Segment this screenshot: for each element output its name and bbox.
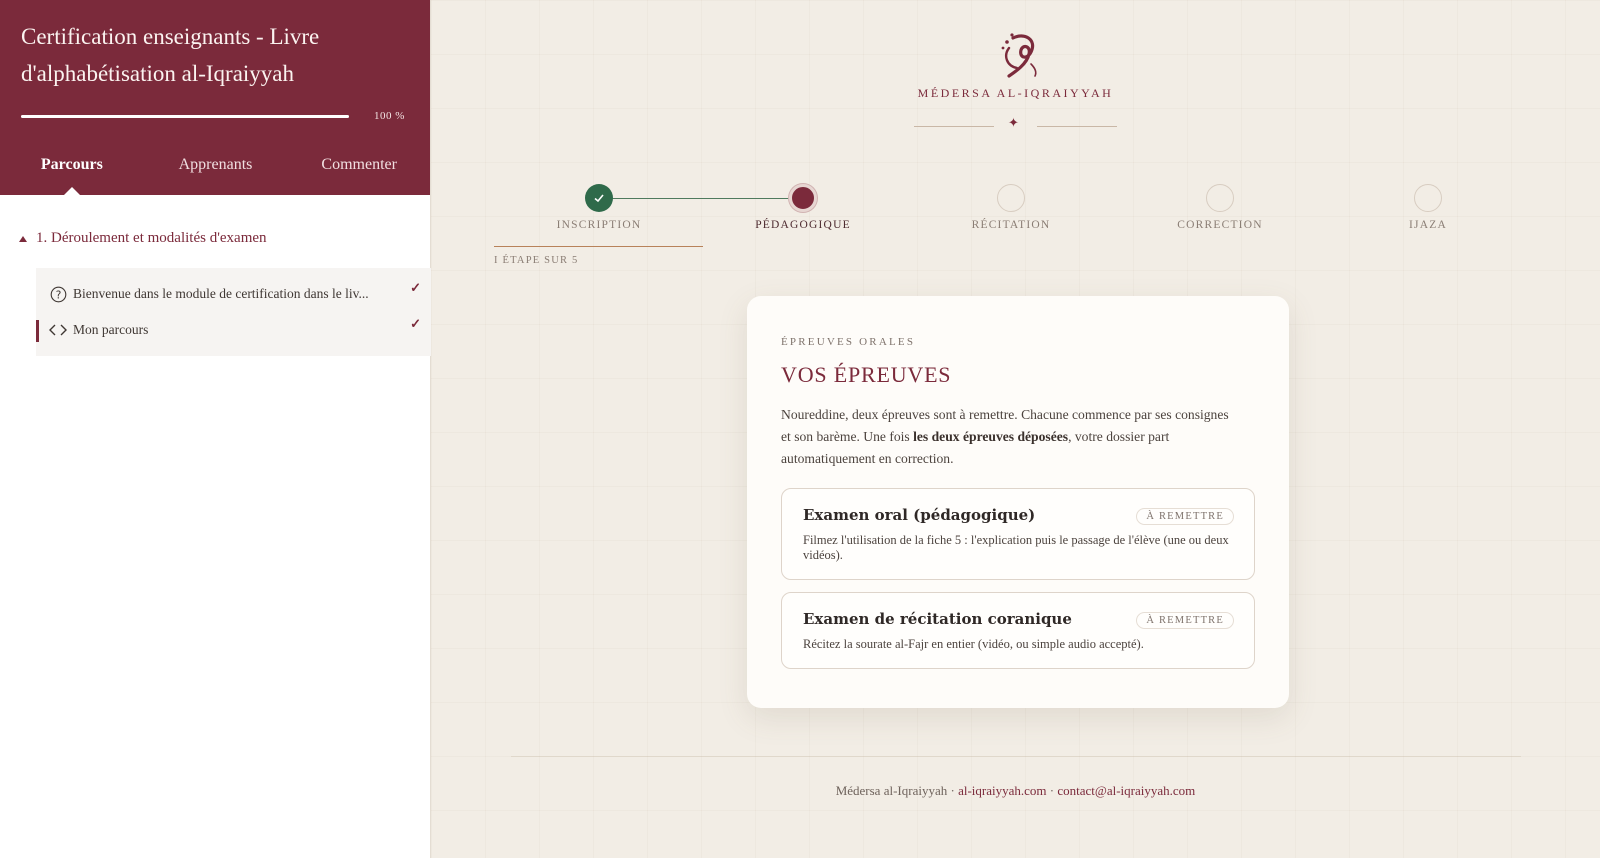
step-label-recitation: RÉCITATION: [971, 219, 1051, 231]
exams-card: ÉPREUVES ORALES VOS ÉPREUVES Noureddine,…: [747, 296, 1289, 708]
tab-commenter[interactable]: Commenter: [287, 143, 431, 195]
tab-apprenants[interactable]: Apprenants: [144, 143, 288, 195]
step-label-correction: CORRECTION: [1177, 219, 1263, 231]
footer-site-link[interactable]: al-iqraiyyah.com: [958, 783, 1046, 798]
footer-separator: ·: [947, 783, 959, 798]
card-eyebrow: ÉPREUVES ORALES: [781, 336, 916, 348]
exam-description: Récitez la sourate al-Fajr en entier (vi…: [803, 637, 1144, 651]
step-ijaza-todo: [1414, 184, 1442, 212]
course-progress-bar: [21, 115, 349, 118]
question-circle-icon: ?: [49, 285, 67, 303]
card-title: VOS ÉPREUVES: [781, 362, 952, 387]
exam-oral-pedagogique[interactable]: Examen oral (pédagogique) À REMETTRE Fil…: [781, 488, 1255, 580]
progress-stepper: INSCRIPTION PÉDAGOGIQUE RÉCITATION CORRE…: [431, 0, 1600, 270]
status-badge: À REMETTRE: [1136, 612, 1234, 629]
footer-separator: ·: [1046, 783, 1058, 798]
step-recitation-todo: [997, 184, 1025, 212]
course-progress-label: 100 %: [374, 110, 405, 122]
footer-email-link[interactable]: contact@al-iqraiyyah.com: [1057, 783, 1195, 798]
step-progress-underline: [494, 246, 703, 247]
check-icon: ✓: [410, 280, 421, 295]
step-inscription-done: [585, 184, 613, 212]
lesson-list: ? Bienvenue dans le module de certificat…: [36, 268, 431, 356]
footer-divider: [511, 756, 1521, 757]
lesson-label: Bienvenue dans le module de certificatio…: [73, 286, 369, 301]
status-badge: À REMETTRE: [1136, 508, 1234, 525]
step-label-ijaza: IJAZA: [1409, 219, 1447, 231]
exam-title: Examen de récitation coranique: [803, 610, 1072, 628]
course-sidebar: Certification enseignants - Livre d'alph…: [0, 0, 431, 858]
tab-parcours[interactable]: Parcours: [0, 143, 144, 195]
sidebar-tabs: Parcours Apprenants Commenter: [0, 143, 431, 195]
check-icon: [594, 194, 604, 203]
footer: Médersa al-Iqraiyyah · al-iqraiyyah.com …: [431, 783, 1600, 799]
sidebar-header: Certification enseignants - Livre d'alph…: [0, 0, 430, 195]
check-icon: ✓: [410, 316, 421, 331]
course-title: Certification enseignants - Livre d'alph…: [21, 24, 320, 86]
lesson-label: Mon parcours: [73, 322, 149, 337]
step-pedagogique-current: [789, 184, 817, 212]
card-description: Noureddine, deux épreuves sont à remettr…: [781, 404, 1241, 470]
course-progress-fill: [21, 115, 349, 118]
step-correction-todo: [1206, 184, 1234, 212]
exam-title: Examen oral (pédagogique): [803, 506, 1036, 524]
code-icon: [49, 321, 67, 339]
lesson-item-mon-parcours[interactable]: Mon parcours ✓: [36, 312, 431, 348]
step-count: I ÉTAPE SUR 5: [494, 255, 579, 266]
exam-description: Filmez l'utilisation de la fiche 5 : l'e…: [803, 533, 1229, 562]
exam-recitation-coranique[interactable]: Examen de récitation coranique À REMETTR…: [781, 592, 1255, 669]
lesson-item-welcome[interactable]: ? Bienvenue dans le module de certificat…: [36, 276, 431, 312]
section-title: 1. Déroulement et modalités d'examen: [36, 230, 267, 246]
footer-brand: Médersa al-Iqraiyyah: [835, 783, 948, 798]
section-toggle[interactable]: 1. Déroulement et modalités d'examen: [19, 230, 267, 247]
svg-text:?: ?: [55, 289, 61, 301]
main-content: MÉDERSA AL-IQRAIYYAH ✦ INSCRIPTION PÉDAG…: [431, 0, 1600, 858]
collapse-triangle-icon: [19, 235, 27, 242]
step-label-pedagogique: PÉDAGOGIQUE: [755, 219, 851, 231]
desc-emphasis: les deux épreuves déposées: [913, 429, 1069, 444]
step-label-inscription: INSCRIPTION: [556, 219, 642, 231]
stepper-connector: [601, 198, 796, 199]
